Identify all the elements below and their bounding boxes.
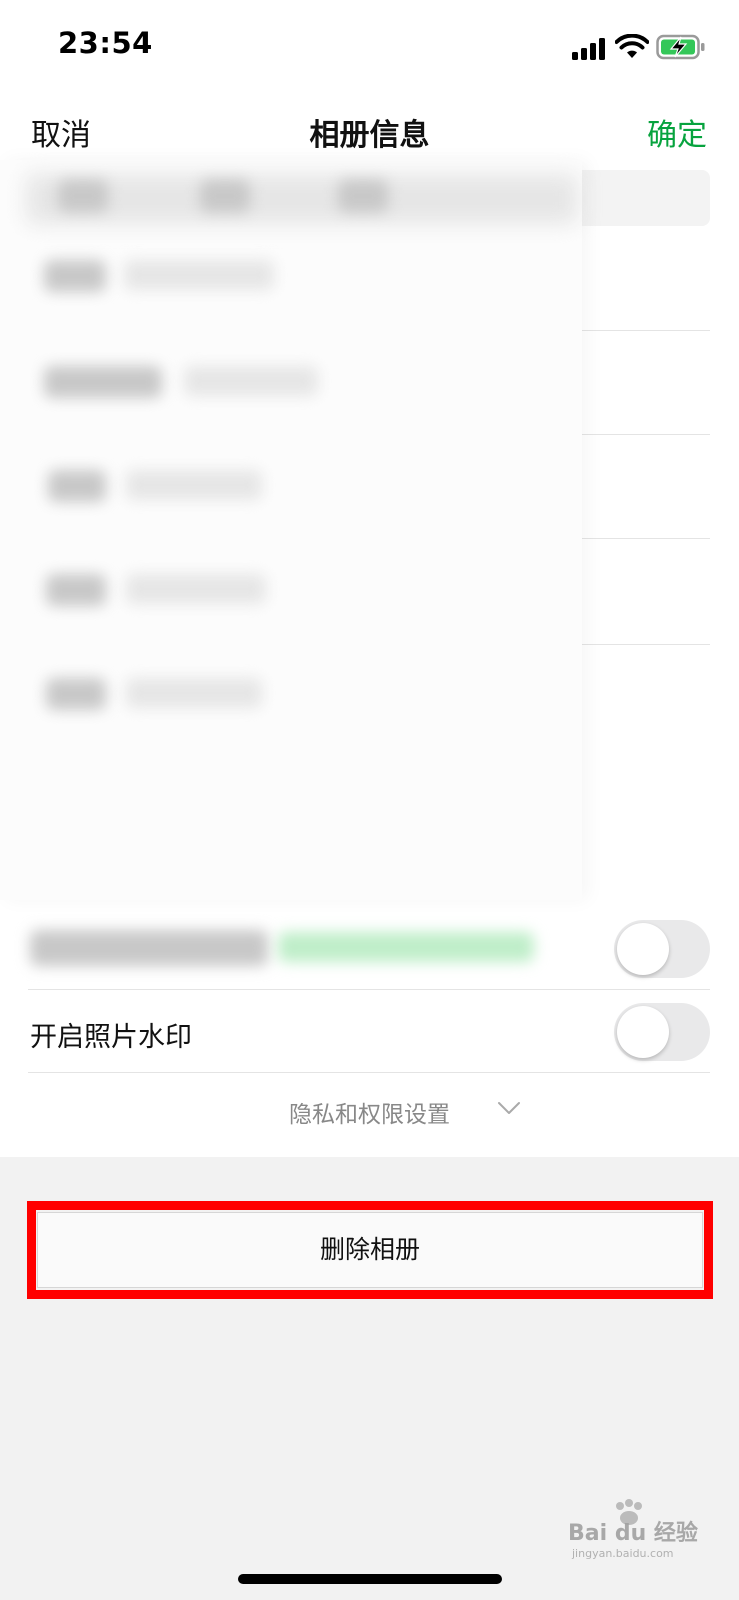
baidu-watermark: Bai du 经验 jingyan.baidu.com — [568, 1515, 698, 1560]
divider — [28, 989, 710, 990]
divider — [28, 1072, 710, 1073]
divider — [570, 434, 710, 435]
watermark-brand: Bai du 经验 — [568, 1521, 698, 1546]
page-title: 相册信息 — [309, 118, 430, 153]
confirm-button[interactable]: 确定 — [647, 110, 707, 154]
divider — [570, 330, 710, 331]
watermark-setting-label: 开启照片水印 — [30, 1022, 192, 1053]
blurred-overlay — [0, 160, 582, 900]
highlight-box — [27, 1201, 713, 1299]
signal-icon — [572, 36, 606, 60]
watermark-toggle[interactable] — [614, 1003, 710, 1061]
screen: 23:54 相册信息 取消 确定 开启照片水印 隐私和权限设置 删除相册 Bai… — [0, 0, 739, 1600]
toggle-knob — [617, 1006, 669, 1058]
blurred-row-hint — [278, 932, 534, 962]
blurred-row-label — [30, 930, 268, 966]
divider — [570, 538, 710, 539]
privacy-settings-link[interactable]: 隐私和权限设置 — [0, 1095, 739, 1129]
home-indicator[interactable] — [238, 1574, 502, 1584]
status-time: 23:54 — [58, 26, 153, 60]
toggle-knob — [617, 923, 669, 975]
album-header-card — [570, 170, 710, 226]
cancel-button[interactable]: 取消 — [31, 110, 91, 154]
toggle-switch[interactable] — [614, 920, 710, 978]
status-bar: 23:54 — [0, 0, 739, 96]
divider — [570, 644, 710, 645]
chevron-down-icon[interactable] — [497, 1100, 521, 1116]
battery-charging-icon — [656, 34, 705, 60]
wifi-icon — [615, 34, 649, 58]
watermark-url: jingyan.baidu.com — [572, 1547, 674, 1560]
